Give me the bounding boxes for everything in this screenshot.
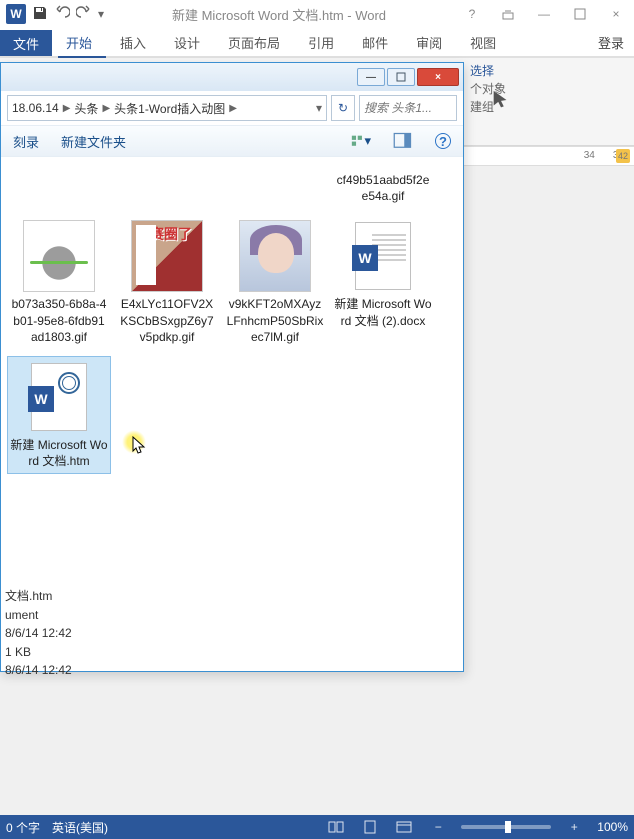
file-item-selected[interactable]: W 新建 Microsoft Word 文档.htm [7,356,111,474]
docx-file-icon: W [355,222,411,290]
save-icon[interactable] [32,5,48,24]
web-layout-icon[interactable] [393,818,415,836]
ruler-mark: 34 [584,150,595,161]
group-label: 建组 [470,98,506,116]
detail-created: 8/6/14 12:42 [5,661,72,680]
file-name: 新建 Microsoft Word 文档 (2).docx [334,296,432,328]
gif-thumbnail-icon [239,220,311,292]
help-icon[interactable]: ? [435,133,451,149]
details-pane: 文档.htm ument 8/6/14 12:42 1 KB 8/6/14 12… [5,587,72,680]
explorer-minimize-icon[interactable]: — [357,68,385,86]
ribbon-tabs: 文件 开始 插入 设计 页面布局 引用 邮件 审阅 视图 登录 [0,28,634,56]
tab-references[interactable]: 引用 [294,29,348,56]
window-title: 新建 Microsoft Word 文档.htm - Word [104,5,454,24]
explorer-address-bar: 18.06.14▶ 头条▶ 头条1-Word插入动图▶ ▾ ↻ [1,91,463,125]
sign-in-link[interactable]: 登录 [588,29,634,56]
zoom-out-icon[interactable]: − [427,818,449,836]
htm-file-icon: W [31,363,87,431]
detail-size: 1 KB [5,643,72,662]
file-list[interactable]: cf49b51aabd5f2ee54a.gif b073a350-6b8a-4b… [1,157,463,507]
zoom-slider[interactable] [461,825,551,829]
redo-icon[interactable] [76,5,92,24]
ruler-indicator: 42 [616,149,630,163]
file-item[interactable]: v9kKFT2oMXAyzLFnhcmP50SbRixec7lM.gif [223,215,327,350]
burn-button[interactable]: 刻录 [13,132,39,151]
detail-name: 文档.htm [5,587,72,606]
file-explorer-dialog: — × 18.06.14▶ 头条▶ 头条1-Word插入动图▶ ▾ ↻ 刻录 新… [0,62,464,672]
explorer-title-bar[interactable]: — × [1,63,463,91]
tab-view[interactable]: 视图 [456,29,510,56]
file-name: cf49b51aabd5f2ee54a.gif [334,172,432,204]
breadcrumb-dropdown-icon[interactable]: ▾ [316,101,322,115]
refresh-icon[interactable]: ↻ [331,95,355,121]
file-name: v9kKFT2oMXAyzLFnhcmP50SbRixec7lM.gif [226,296,324,345]
quick-access-toolbar: W ▾ [0,4,104,24]
zoom-in-icon[interactable]: + [563,818,585,836]
breadcrumb-item[interactable]: 头条 [74,100,98,117]
language-status[interactable]: 英语(美国) [52,819,108,836]
tab-mailings[interactable]: 邮件 [348,29,402,56]
new-folder-button[interactable]: 新建文件夹 [61,132,126,151]
file-item[interactable]: W 新建 Microsoft Word 文档 (2).docx [331,215,435,350]
read-mode-icon[interactable] [325,818,347,836]
file-tab[interactable]: 文件 [0,30,52,56]
explorer-close-icon[interactable]: × [417,68,459,86]
file-name: 新建 Microsoft Word 文档.htm [10,437,108,469]
file-name: b073a350-6b8a-4b01-95e8-6fdb91ad1803.gif [10,296,108,345]
chevron-right-icon: ▶ [102,103,110,114]
editing-group: 选择 个对象 建组 [470,62,506,116]
undo-icon[interactable] [54,5,70,24]
detail-modified: 8/6/14 12:42 [5,624,72,643]
file-item[interactable]: 决赛圈了 E4xLYc11OFV2XKSCbBSxgpZ6y7v5pdkp.gi… [115,215,219,350]
close-icon[interactable]: × [602,4,630,24]
explorer-toolbar: 刻录 新建文件夹 ▾ ? [1,125,463,157]
file-name: E4xLYc11OFV2XKSCbBSxgpZ6y7v5pdkp.gif [118,296,216,345]
minimize-icon[interactable]: — [530,4,558,24]
file-item[interactable]: cf49b51aabd5f2ee54a.gif [331,167,435,209]
chevron-right-icon: ▶ [63,103,71,114]
tab-insert[interactable]: 插入 [106,29,160,56]
tab-design[interactable]: 设计 [160,29,214,56]
select-label[interactable]: 选择 [470,62,506,80]
file-item[interactable]: b073a350-6b8a-4b01-95e8-6fdb91ad1803.gif [7,215,111,350]
breadcrumb-item[interactable]: 头条1-Word插入动图 [114,100,225,117]
ribbon-options-icon[interactable] [494,4,522,24]
help-icon[interactable]: ? [458,4,486,24]
tab-review[interactable]: 审阅 [402,29,456,56]
gif-thumbnail-icon: 决赛圈了 [131,220,203,292]
breadcrumb[interactable]: 18.06.14▶ 头条▶ 头条1-Word插入动图▶ ▾ [7,95,327,121]
print-layout-icon[interactable] [359,818,381,836]
word-app-icon: W [6,4,26,24]
maximize-icon[interactable] [566,4,594,24]
chevron-right-icon: ▶ [229,103,237,114]
word-title-bar: W ▾ 新建 Microsoft Word 文档.htm - Word ? — … [0,0,634,28]
view-options-icon[interactable]: ▾ [351,131,371,151]
word-count[interactable]: 0 个字 [6,819,40,836]
breadcrumb-item[interactable]: 18.06.14 [12,101,59,115]
gif-thumbnail-icon [23,220,95,292]
tab-layout[interactable]: 页面布局 [214,29,294,56]
preview-pane-icon[interactable] [393,131,413,151]
status-bar: 0 个字 英语(美国) − + 100% [0,815,634,839]
zoom-level[interactable]: 100% [597,820,628,834]
detail-type: ument [5,606,72,625]
explorer-maximize-icon[interactable] [387,68,415,86]
tab-home[interactable]: 开始 [52,29,106,56]
object-label: 个对象 [470,80,506,98]
search-input[interactable] [359,95,457,121]
